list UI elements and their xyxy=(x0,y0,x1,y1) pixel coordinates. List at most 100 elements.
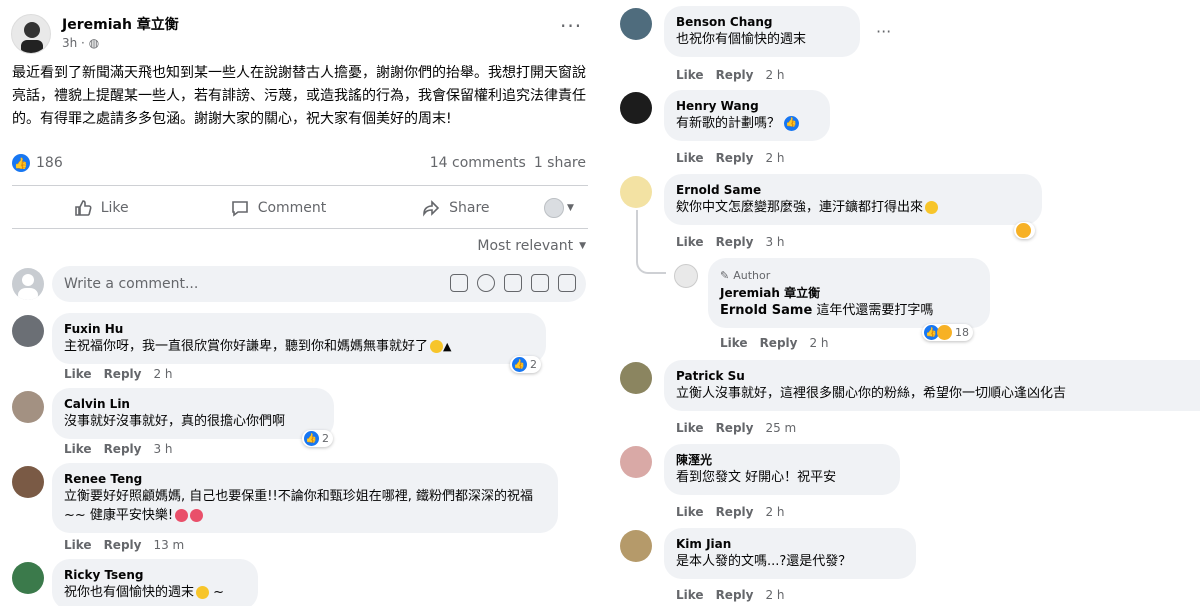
comment-bubble: Fuxin Hu 主祝福你呀，我一直很欣賞你好謙卑，聽到你和媽媽無事就好了 ▲ xyxy=(52,313,546,364)
commenter-avatar[interactable] xyxy=(620,530,652,562)
comment-reply-link[interactable]: Reply xyxy=(716,151,754,165)
commenter-avatar[interactable] xyxy=(620,362,652,394)
reply-author-avatar[interactable] xyxy=(674,264,698,288)
heart-face-emoji-icon xyxy=(190,509,204,522)
comment-bubble: Henry Wang 有新歌的計劃嗎？ 👍 xyxy=(664,90,830,141)
more-options-icon[interactable]: ··· xyxy=(560,14,582,38)
commenter-name[interactable]: Patrick Su xyxy=(676,368,1188,384)
camera-icon[interactable] xyxy=(504,274,522,292)
post-time[interactable]: 3h · ◍ xyxy=(62,36,99,50)
share-audience-selector[interactable]: ▼ xyxy=(543,198,588,218)
comment-bubble: Calvin Lin 沒事就好沒事就好，真的很擔心你們啊 xyxy=(52,388,334,439)
comment-like-link[interactable]: Like xyxy=(676,588,704,602)
commenter-avatar[interactable] xyxy=(12,466,44,498)
comment-like-link[interactable]: Like xyxy=(64,538,92,552)
commenter-name[interactable]: Benson Chang xyxy=(676,14,848,30)
emoji-icon[interactable] xyxy=(477,274,495,292)
comment-like-link[interactable]: Like xyxy=(676,151,704,165)
commenter-name[interactable]: Ernold Same xyxy=(676,182,1030,198)
reply-mention[interactable]: Ernold Same xyxy=(720,303,812,318)
comment-bubble: 陳溼光 看到您發文 好開心！祝平安 xyxy=(664,444,900,495)
comment-time[interactable]: 13 m xyxy=(153,538,184,552)
profile-icon xyxy=(543,198,564,218)
commenter-avatar[interactable] xyxy=(620,92,652,124)
comment-time[interactable]: 2 h xyxy=(765,68,784,82)
commenter-name[interactable]: Kim Jian xyxy=(676,536,904,552)
reply-reply-link[interactable]: Reply xyxy=(760,336,798,350)
comment-like-link[interactable]: Like xyxy=(676,505,704,519)
comment-button[interactable]: Comment xyxy=(189,198,366,218)
comment-reply-link[interactable]: Reply xyxy=(716,421,754,435)
commenter-avatar[interactable] xyxy=(12,391,44,423)
current-user-avatar[interactable] xyxy=(12,268,44,300)
comment-label: Comment xyxy=(257,200,327,216)
commenter-name[interactable]: 陳溼光 xyxy=(676,452,888,468)
comment-reply-link[interactable]: Reply xyxy=(104,538,142,552)
commenter-name[interactable]: Calvin Lin xyxy=(64,396,322,412)
haha-reaction-icon xyxy=(1016,223,1031,238)
comment-text: 欸你中文怎麼變那麼強，連汙鑛都打得出來 xyxy=(676,200,924,215)
commenter-avatar[interactable] xyxy=(12,562,44,594)
comment-reactions[interactable]: 👍 2 xyxy=(302,430,333,447)
reply-time[interactable]: 2 h xyxy=(809,336,828,350)
gif-icon[interactable] xyxy=(531,274,549,292)
commenter-name[interactable]: Ricky Tseng xyxy=(64,567,246,583)
shares-count[interactable]: 1 share xyxy=(534,155,586,171)
chevron-down-icon: ▼ xyxy=(566,203,574,213)
commenter-name[interactable]: Henry Wang xyxy=(676,98,818,114)
reply-author-name[interactable]: Jeremiah 章立衡 xyxy=(720,285,978,301)
commenter-name[interactable]: Fuxin Hu xyxy=(64,321,534,337)
comment-reactions[interactable] xyxy=(1014,222,1035,239)
post-time-label: 3h · xyxy=(62,36,85,50)
commenter-avatar[interactable] xyxy=(12,315,44,347)
pencil-icon: ✎ xyxy=(720,269,730,282)
comment-reply-link[interactable]: Reply xyxy=(716,505,754,519)
comment-reply-link[interactable]: Reply xyxy=(104,442,142,456)
comment-like-link[interactable]: Like xyxy=(676,421,704,435)
pray-emoji-icon: ▲ xyxy=(443,340,452,353)
comment-like-link[interactable]: Like xyxy=(676,68,704,82)
comment-like-link[interactable]: Like xyxy=(64,442,92,456)
reply-like-link[interactable]: Like xyxy=(720,336,748,350)
comment-text: 看到您發文 好開心！祝平安 xyxy=(676,470,837,485)
post-author-avatar[interactable] xyxy=(11,14,51,54)
comment-time[interactable]: 3 h xyxy=(765,235,784,249)
post-author-name[interactable]: Jeremiah 章立衡 xyxy=(62,14,179,34)
commenter-name[interactable]: Renee Teng xyxy=(64,471,546,487)
comment-time[interactable]: 3 h xyxy=(153,442,172,456)
comment-reply-link[interactable]: Reply xyxy=(104,367,142,381)
comment-reply-link[interactable]: Reply xyxy=(716,68,754,82)
avatar-sticker-icon[interactable] xyxy=(450,274,468,292)
commenter-avatar[interactable] xyxy=(620,8,652,40)
comment-time[interactable]: 2 h xyxy=(765,151,784,165)
comment-time[interactable]: 2 h xyxy=(765,588,784,602)
globe-icon: ◍ xyxy=(88,36,100,50)
comment-time[interactable]: 2 h xyxy=(765,505,784,519)
sticker-icon[interactable] xyxy=(558,274,576,292)
commenter-avatar[interactable] xyxy=(620,176,652,208)
comment-reactions[interactable]: 👍 2 xyxy=(510,356,541,373)
commenter-avatar[interactable] xyxy=(620,446,652,478)
like-button[interactable]: Like xyxy=(12,198,189,218)
comment-reply-link[interactable]: Reply xyxy=(716,588,754,602)
comment-meta: Like Reply 2 h xyxy=(676,151,785,165)
like-emoji-icon: 👍 xyxy=(784,116,800,131)
reply-reactions[interactable]: 👍 18 xyxy=(922,324,973,341)
comment-like-link[interactable]: Like xyxy=(676,235,704,249)
comment-sort-dropdown[interactable]: Most relevant ▼ xyxy=(477,238,586,254)
comment-like-link[interactable]: Like xyxy=(64,367,92,381)
reaction-summary[interactable]: 👍 186 xyxy=(12,154,63,172)
like-label: Like xyxy=(100,200,129,216)
comment-time[interactable]: 2 h xyxy=(153,367,172,381)
reaction-count: 186 xyxy=(36,155,63,171)
comment-options-icon[interactable]: ··· xyxy=(876,22,891,41)
smile-emoji-icon xyxy=(430,340,444,353)
comment-reply-link[interactable]: Reply xyxy=(716,235,754,249)
comments-count[interactable]: 14 comments xyxy=(430,155,526,171)
comment-input-placeholder: Write a comment... xyxy=(64,276,199,292)
comment-text: 是本人發的文嗎...?還是代發？ xyxy=(676,554,852,569)
comment-time[interactable]: 25 m xyxy=(765,421,796,435)
share-button[interactable]: Share xyxy=(367,198,544,218)
comment-bubble: Ernold Same 欸你中文怎麼變那麼強，連汙鑛都打得出來 xyxy=(664,174,1042,225)
comment-input[interactable]: Write a comment... xyxy=(52,266,586,302)
